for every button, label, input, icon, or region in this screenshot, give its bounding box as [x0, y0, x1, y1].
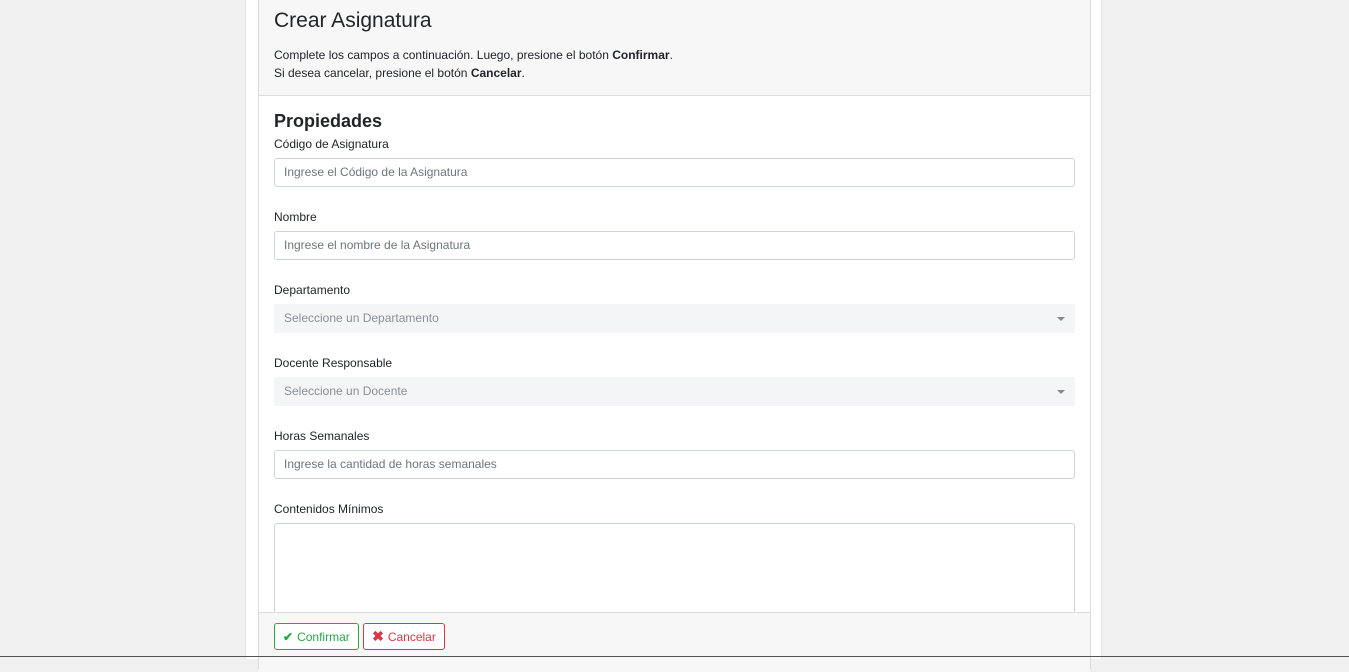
- cancel-button-label: Cancelar: [387, 629, 436, 644]
- nombre-field-group: Nombre Ingrese el nombre de la Asignatur…: [274, 209, 1075, 260]
- docente-selected-text: Seleccione un Docente: [284, 384, 408, 398]
- departamento-selected-text: Seleccione un Departamento: [284, 311, 439, 325]
- confirm-button-label: Confirmar: [297, 629, 350, 644]
- section-title: Propiedades: [274, 111, 383, 131]
- page-container: Crear Asignatura Complete los campos a c…: [245, 0, 1102, 672]
- card-header: Crear Asignatura Complete los campos a c…: [259, 0, 1090, 96]
- check-icon: ✔: [283, 629, 294, 644]
- card-footer: ✔ Confirmar ✖ Cancelar: [259, 612, 1090, 672]
- codigo-label: Código de Asignatura: [274, 137, 389, 151]
- times-icon: ✖: [372, 628, 384, 644]
- docente-select[interactable]: Seleccione un Docente: [274, 377, 1075, 406]
- page-title: Crear Asignatura: [274, 9, 432, 32]
- confirm-button[interactable]: ✔ Confirmar: [274, 623, 359, 650]
- horas-field-group: Horas Semanales Ingrese la cantidad de h…: [274, 428, 1075, 479]
- instructions-line-1: Complete los campos a continuación. Lueg…: [274, 48, 673, 62]
- horas-input[interactable]: Ingrese la cantidad de horas semanales: [274, 450, 1075, 479]
- contenidos-field-group: Contenidos Mínimos: [274, 501, 1075, 623]
- departamento-select[interactable]: Seleccione un Departamento: [274, 304, 1075, 333]
- chevron-down-icon: [1057, 317, 1065, 321]
- codigo-input[interactable]: Ingrese el Código de la Asignatura: [274, 158, 1075, 187]
- contenidos-textarea[interactable]: [274, 523, 1075, 623]
- contenidos-label: Contenidos Mínimos: [274, 502, 384, 516]
- docente-label: Docente Responsable: [274, 356, 393, 370]
- chevron-down-icon: [1057, 390, 1065, 394]
- card-body: Propiedades Código de Asignatura Ingrese…: [259, 96, 1090, 623]
- departamento-field-group: Departamento Seleccione un Departamento: [274, 282, 1075, 333]
- nombre-input[interactable]: Ingrese el nombre de la Asignatura: [274, 231, 1075, 260]
- docente-field-group: Docente Responsable Seleccione un Docent…: [274, 355, 1075, 406]
- horas-label: Horas Semanales: [274, 429, 370, 443]
- instructions-line-2: Si desea cancelar, presione el botón Can…: [274, 66, 525, 80]
- codigo-field-group: Código de Asignatura Ingrese el Código d…: [274, 136, 1075, 187]
- create-subject-card: Crear Asignatura Complete los campos a c…: [258, 0, 1091, 672]
- cancel-button[interactable]: ✖ Cancelar: [363, 623, 445, 650]
- nombre-label: Nombre: [274, 210, 317, 224]
- departamento-label: Departamento: [274, 283, 351, 297]
